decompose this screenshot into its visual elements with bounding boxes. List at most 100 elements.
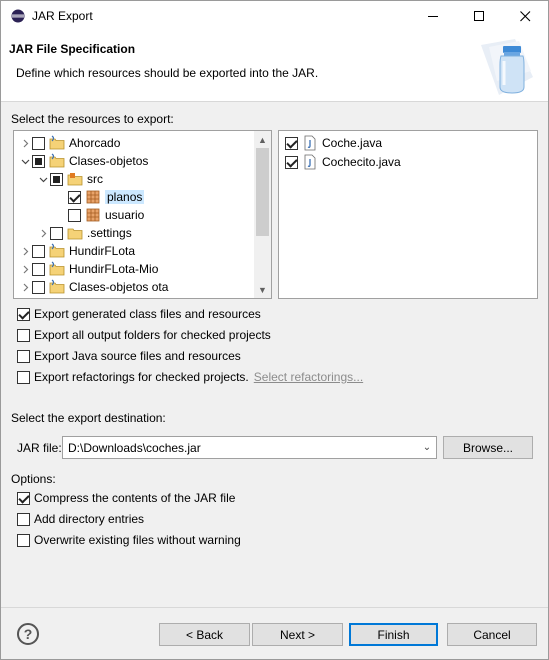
chevron-down-icon[interactable]: ⌄ — [418, 437, 436, 458]
tree-checkbox[interactable] — [68, 208, 81, 222]
package-icon — [85, 207, 101, 223]
java-project-icon — [49, 279, 65, 295]
divider — [1, 607, 548, 608]
java-project-icon — [49, 243, 65, 259]
tree-item-label: usuario — [105, 208, 145, 222]
chevron-down-icon[interactable] — [18, 154, 32, 168]
tree-item-label: HundirFLota-Mio — [69, 262, 159, 276]
close-button[interactable] — [502, 1, 548, 31]
browse-button[interactable]: Browse... — [443, 436, 533, 459]
jar-option-label: Overwrite existing files without warning — [34, 533, 241, 547]
scroll-up-icon[interactable]: ▲ — [254, 131, 271, 148]
file-label: Cochecito.java — [322, 155, 401, 169]
jar-icon — [481, 39, 533, 95]
tree-item-label: .settings — [87, 226, 132, 240]
help-icon[interactable]: ? — [17, 623, 39, 645]
tree-item[interactable]: src — [14, 170, 103, 188]
next-button[interactable]: Next > — [252, 623, 343, 646]
cancel-button[interactable]: Cancel — [447, 623, 537, 646]
tree-item[interactable]: Clases-objetos ota — [14, 278, 168, 296]
jar-option[interactable]: Compress the contents of the JAR file — [17, 489, 235, 507]
tree-checkbox[interactable] — [32, 280, 45, 294]
file-checkbox[interactable] — [285, 136, 298, 150]
minimize-icon — [427, 15, 438, 17]
chevron-right-icon[interactable] — [18, 244, 32, 258]
jar-file-value: D:\Downloads\coches.jar — [68, 440, 201, 455]
wizard-header: JAR File Specification Define which reso… — [1, 31, 548, 102]
tree-item[interactable]: Ahorcado — [14, 134, 120, 152]
resource-tree[interactable]: Ahorcado Clases-objetos src planos usuario .s… — [13, 130, 272, 299]
tree-item[interactable]: .settings — [14, 224, 132, 242]
chevron-right-icon[interactable] — [18, 136, 32, 150]
maximize-button[interactable] — [456, 1, 502, 31]
chevron-down-icon[interactable] — [36, 172, 50, 186]
jar-option-label: Compress the contents of the JAR file — [34, 491, 236, 505]
tree-checkbox[interactable] — [50, 226, 63, 240]
tree-item[interactable]: usuario — [14, 206, 144, 224]
tree-checkbox[interactable] — [32, 262, 45, 276]
tree-item-label: planos — [105, 190, 145, 204]
java-project-icon — [49, 153, 65, 169]
java-project-icon — [49, 261, 65, 277]
java-file-icon — [302, 135, 318, 151]
export-option[interactable]: Export generated class files and resourc… — [17, 305, 261, 323]
tree-checkbox[interactable] — [32, 244, 45, 258]
tree-checkbox[interactable] — [50, 172, 63, 186]
tree-item[interactable]: HundirFLota-Mio — [14, 260, 158, 278]
eclipse-icon — [11, 9, 25, 23]
file-label: Coche.java — [322, 136, 383, 150]
export-option-checkbox[interactable] — [17, 307, 30, 321]
jar-option-checkbox[interactable] — [17, 491, 30, 505]
back-button[interactable]: < Back — [159, 623, 250, 646]
tree-scrollbar[interactable]: ▲ ▼ — [254, 131, 271, 298]
java-project-icon — [49, 135, 65, 151]
tree-item-label: Ahorcado — [69, 136, 121, 150]
file-checkbox[interactable] — [285, 155, 298, 169]
export-option[interactable]: Export all output folders for checked pr… — [17, 326, 271, 344]
folder-icon — [67, 225, 83, 241]
tree-item[interactable]: planos — [14, 188, 145, 206]
finish-button[interactable]: Finish — [349, 623, 438, 646]
chevron-right-icon[interactable] — [36, 226, 50, 240]
file-item[interactable]: Coche.java — [279, 134, 382, 152]
resources-label: Select the resources to export: — [11, 112, 174, 126]
jar-file-combo[interactable]: D:\Downloads\coches.jar ⌄ — [62, 436, 437, 459]
package-icon — [85, 189, 101, 205]
tree-item-label: HundirFLota — [69, 244, 136, 258]
jar-option-checkbox[interactable] — [17, 512, 30, 526]
jar-option[interactable]: Add directory entries — [17, 510, 144, 528]
tree-item[interactable]: Clases-objetos — [14, 152, 148, 170]
tree-item-label: Clases-objetos ota — [69, 280, 169, 294]
tree-item-label: src — [87, 172, 103, 186]
header-description: Define which resources should be exporte… — [16, 66, 319, 80]
file-item[interactable]: Cochecito.java — [279, 153, 401, 171]
export-option-checkbox[interactable] — [17, 328, 30, 342]
chevron-right-icon[interactable] — [18, 280, 32, 294]
chevron-right-icon[interactable] — [18, 262, 32, 276]
jar-export-dialog: JAR Export JAR File Specification Define… — [0, 0, 549, 660]
scroll-down-icon[interactable]: ▼ — [254, 281, 271, 298]
jar-option-checkbox[interactable] — [17, 533, 30, 547]
tree-checkbox[interactable] — [32, 136, 45, 150]
destination-label: Select the export destination: — [11, 411, 166, 425]
file-list[interactable]: Coche.java Cochecito.java — [278, 130, 538, 299]
window-title: JAR Export — [32, 9, 93, 23]
export-option-checkbox[interactable] — [17, 370, 30, 384]
minimize-button[interactable] — [410, 1, 456, 31]
select-refactorings-link[interactable]: Select refactorings... — [254, 370, 363, 384]
export-option-label: Export refactorings for checked projects… — [34, 370, 249, 384]
tree-item-label: Clases-objetos — [69, 154, 149, 168]
source-folder-icon — [67, 171, 83, 187]
tree-checkbox[interactable] — [32, 154, 45, 168]
scroll-thumb[interactable] — [256, 148, 269, 236]
tree-checkbox[interactable] — [68, 190, 81, 204]
export-option-checkbox[interactable] — [17, 349, 30, 363]
export-option[interactable]: Export Java source files and resources — [17, 347, 241, 365]
title-bar: JAR Export — [1, 1, 548, 31]
export-option[interactable]: Export refactorings for checked projects… — [17, 368, 363, 386]
tree-item[interactable]: HundirFLota — [14, 242, 135, 260]
jar-option[interactable]: Overwrite existing files without warning — [17, 531, 241, 549]
jar-option-label: Add directory entries — [34, 512, 145, 526]
